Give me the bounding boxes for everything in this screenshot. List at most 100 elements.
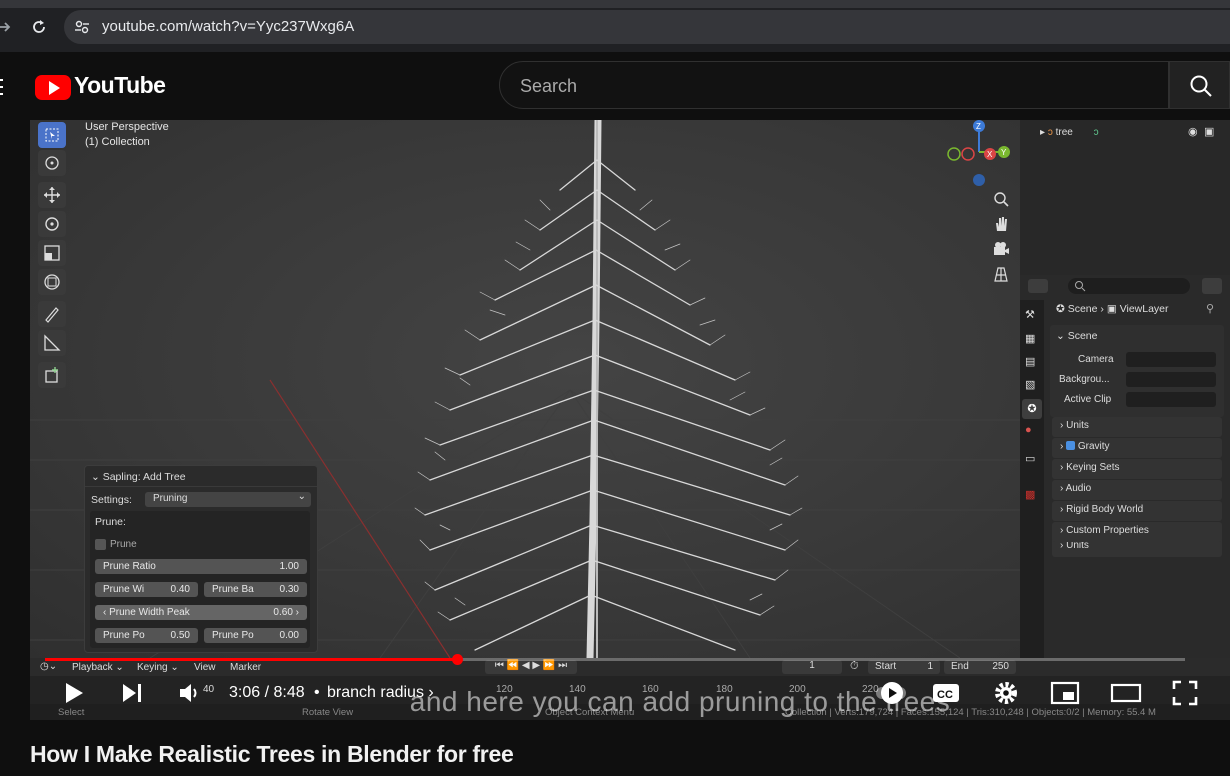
scale-tool[interactable]: [38, 240, 66, 266]
autoplay-toggle-icon[interactable]: [876, 679, 906, 707]
gravity-row[interactable]: › Gravity: [1052, 438, 1222, 458]
world-tab-icon[interactable]: ●: [1025, 424, 1032, 436]
select-box-tool[interactable]: [38, 122, 66, 148]
tool-tab-icon[interactable]: ⚒: [1025, 308, 1035, 321]
transform-tool[interactable]: [38, 269, 66, 295]
prune-width-peak-label: Prune Width Peak: [109, 607, 190, 618]
svg-text:X: X: [987, 150, 993, 159]
theater-mode-icon[interactable]: [1110, 683, 1142, 703]
chapter-title[interactable]: branch radius ›: [327, 684, 434, 702]
active-clip-field[interactable]: [1126, 392, 1216, 407]
transform-icon: [44, 274, 60, 290]
marker-menu[interactable]: Marker: [230, 662, 261, 673]
volume-icon[interactable]: [178, 682, 202, 704]
navigation-gizmo-icon[interactable]: Z Y X: [944, 120, 1014, 190]
prune-base-field[interactable]: Prune Ba 0.30: [204, 582, 307, 597]
keying-menu[interactable]: Keying ⌄: [137, 662, 179, 673]
end-frame-field[interactable]: End 250: [944, 660, 1016, 674]
miniplayer-icon[interactable]: [1050, 681, 1080, 705]
texture-tab-icon[interactable]: ▩: [1025, 488, 1035, 501]
prune-power-high-field[interactable]: Prune Po 0.00: [204, 628, 307, 643]
view-layer-tab-icon[interactable]: ▧: [1025, 378, 1035, 391]
settings-dropdown[interactable]: Pruning ⌄: [145, 491, 311, 507]
units-row[interactable]: › Units: [1052, 417, 1222, 437]
svg-text:Z: Z: [976, 122, 981, 131]
blender-outliner: ▸ ↄ tree ↄ ◉ ▣: [1020, 120, 1230, 275]
editor-type-button[interactable]: [1028, 279, 1048, 293]
prune-ratio-field[interactable]: Prune Ratio 1.00: [95, 559, 307, 574]
sapling-panel-title[interactable]: ⌄ Sapling: Add Tree: [91, 471, 186, 483]
cursor-tool[interactable]: [38, 150, 66, 176]
search-button[interactable]: [1169, 61, 1230, 109]
menu-icon[interactable]: [0, 78, 4, 96]
move-tool[interactable]: [38, 182, 66, 208]
measure-ruler-icon: [44, 334, 61, 351]
background-field[interactable]: [1126, 372, 1216, 387]
render-camera-icon[interactable]: ▣: [1204, 125, 1214, 138]
output-tab-icon[interactable]: ▤: [1025, 355, 1035, 368]
prune-power-high-value: 0.00: [279, 630, 299, 641]
prune-power-low-field[interactable]: Prune Po 0.50: [95, 628, 198, 643]
search-icon: [1190, 75, 1212, 97]
outliner-item-label: tree: [1055, 127, 1073, 138]
forward-icon[interactable]: [0, 19, 12, 35]
playback-controls[interactable]: ⏮ ⏪ ◀ ▶ ⏩ ⏭: [485, 660, 577, 674]
custom-properties-row[interactable]: › Custom Properties: [1052, 522, 1222, 542]
properties-search-input[interactable]: [1068, 278, 1190, 294]
measure-tool[interactable]: [38, 330, 66, 356]
prune-width-field[interactable]: Prune Wi 0.40: [95, 582, 198, 597]
blender-toolbar: [30, 120, 74, 390]
search-input[interactable]: [499, 61, 1169, 109]
camera-view-icon[interactable]: [992, 240, 1010, 258]
render-tab-icon[interactable]: ▦: [1025, 332, 1035, 345]
fullscreen-icon[interactable]: [1172, 680, 1198, 706]
visibility-eye-icon[interactable]: ◉: [1188, 125, 1198, 138]
progress-scrubber[interactable]: [451, 654, 463, 665]
play-icon[interactable]: [62, 681, 86, 705]
subtitles-icon[interactable]: CC: [932, 682, 960, 704]
settings-gear-icon[interactable]: [993, 680, 1019, 706]
url-text[interactable]: youtube.com/watch?v=Yyc237Wxg6A: [102, 18, 354, 35]
rigid-body-world-row[interactable]: › Rigid Body World: [1052, 501, 1222, 521]
prune-checkbox[interactable]: [95, 539, 106, 550]
add-cube-tool[interactable]: [38, 362, 66, 388]
video-player[interactable]: User Perspective (1) Collection Z Y X ⌄ …: [30, 120, 1230, 720]
background-label: Backgrou...: [1059, 374, 1110, 385]
view-menu[interactable]: View: [194, 662, 216, 673]
playback-label: Playback: [72, 662, 113, 673]
cursor-3d-icon: [45, 156, 59, 170]
options-dropdown[interactable]: [1202, 278, 1222, 294]
scene-panel-header[interactable]: ⌄ Scene: [1056, 330, 1098, 342]
start-frame-field[interactable]: Start 1: [868, 660, 940, 674]
rotate-tool[interactable]: [38, 211, 66, 237]
outliner-tree-row[interactable]: ▸ ↄ tree ↄ: [1040, 127, 1099, 138]
playback-menu[interactable]: Playback ⌄: [72, 662, 124, 673]
annotate-tool[interactable]: [38, 301, 66, 327]
prune-power-low-label: Prune Po: [103, 630, 145, 641]
current-frame-field[interactable]: 1: [782, 660, 842, 674]
pan-hand-icon[interactable]: [992, 215, 1010, 233]
camera-field[interactable]: [1126, 352, 1216, 367]
prune-base-label: Prune Ba: [212, 584, 254, 595]
prune-base-value: 0.30: [279, 584, 299, 595]
reload-icon[interactable]: [31, 19, 47, 35]
grid-view-icon[interactable]: [992, 265, 1010, 283]
modifier-icon: ↄ: [1093, 127, 1099, 138]
stopwatch-icon[interactable]: ⏱: [850, 660, 859, 673]
chevron-down-icon: ⌄: [91, 471, 103, 483]
site-settings-icon[interactable]: [74, 19, 90, 35]
audio-row[interactable]: › Audio: [1052, 480, 1222, 500]
collection-tab-icon[interactable]: ▭: [1025, 452, 1035, 465]
keying-sets-row[interactable]: › Keying Sets: [1052, 459, 1222, 479]
gravity-checkbox[interactable]: [1066, 441, 1076, 450]
prune-width-peak-field[interactable]: ‹ Prune Width Peak 0.60 ›: [95, 605, 307, 620]
scene-tab-icon[interactable]: ✪: [1022, 399, 1042, 419]
logo-text[interactable]: YouTube: [74, 72, 166, 99]
next-video-icon[interactable]: [121, 682, 145, 704]
breadcrumb-scene[interactable]: Scene: [1068, 303, 1098, 315]
properties-breadcrumb: ✪ Scene › ▣ ViewLayer: [1056, 303, 1169, 315]
breadcrumb-viewlayer[interactable]: ViewLayer: [1120, 303, 1169, 315]
zoom-icon[interactable]: [992, 190, 1010, 208]
pin-icon[interactable]: ⚲: [1206, 302, 1214, 315]
timeline-editor-icon[interactable]: ◷⌄: [40, 661, 57, 672]
